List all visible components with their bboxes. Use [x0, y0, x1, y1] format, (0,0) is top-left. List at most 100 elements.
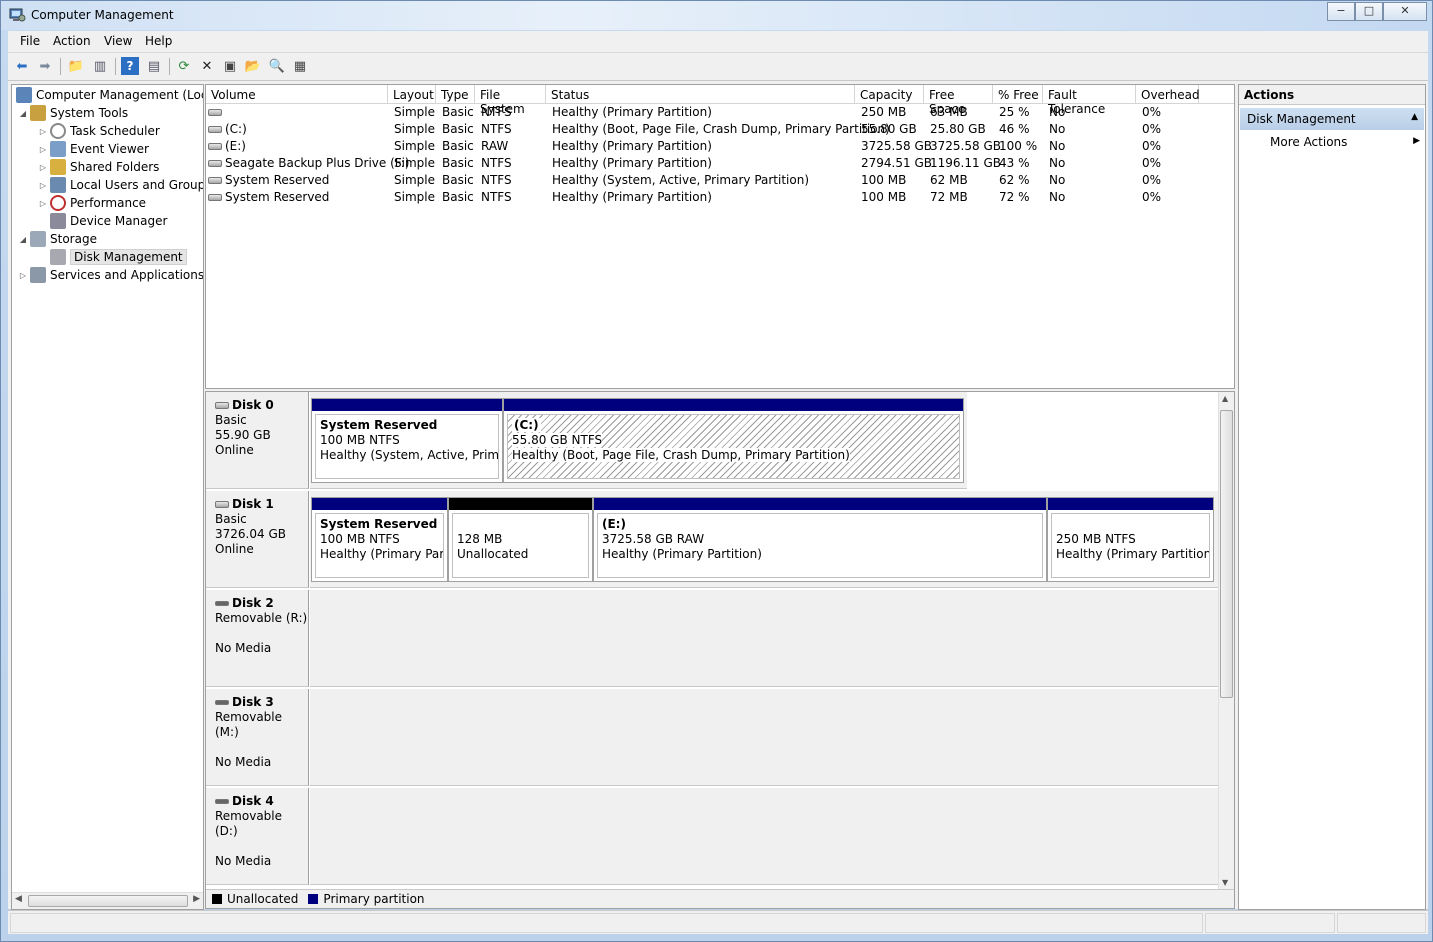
col-status[interactable]: Status: [546, 85, 855, 104]
disk-label[interactable]: Disk 1 Basic 3726.04 GB Online: [206, 491, 309, 588]
volume-list: Volume Layout Type File System Status Ca…: [205, 84, 1235, 389]
back-arrow-icon[interactable]: ⬅: [13, 57, 31, 75]
scroll-right-icon[interactable]: ▶: [193, 894, 200, 904]
help-icon[interactable]: ?: [121, 57, 139, 75]
more-actions-item[interactable]: More Actions ▶: [1270, 135, 1420, 149]
clock-icon: [50, 123, 66, 139]
partition-250mb[interactable]: 250 MB NTFS Healthy (Primary Partition): [1047, 497, 1214, 582]
tree-item-label: Device Manager: [70, 214, 168, 228]
disk-size: 55.90 GB: [215, 428, 271, 442]
table-row[interactable]: Simple Basic NTFS Healthy (Primary Partitio…: [206, 105, 1234, 122]
disk-row-2[interactable]: Disk 2 Removable (R:) No Media: [206, 590, 1218, 688]
tree-item-device-manager[interactable]: Device Manager: [48, 212, 167, 230]
tree-item-disk-management[interactable]: Disk Management: [48, 248, 187, 266]
expand-arrow-icon[interactable]: ◢: [18, 235, 28, 244]
collapse-arrow-icon[interactable]: ▷: [38, 199, 48, 208]
forward-arrow-icon[interactable]: ➡: [36, 57, 54, 75]
disk-partitions-area: [310, 689, 1218, 786]
expand-arrow-icon[interactable]: ◢: [18, 109, 28, 118]
cell-text: No: [1049, 105, 1066, 119]
status-bar: [8, 910, 1428, 934]
scroll-left-icon[interactable]: ◀: [15, 894, 22, 904]
col-free-space[interactable]: Free Space: [924, 85, 993, 116]
scroll-thumb[interactable]: [1220, 410, 1233, 698]
settings-icon[interactable]: ▦: [291, 57, 309, 75]
menu-help[interactable]: Help: [145, 34, 172, 48]
collapse-arrow-icon[interactable]: ▷: [38, 181, 48, 190]
col-type[interactable]: Type: [436, 85, 475, 104]
tree-item-storage[interactable]: ◢ Storage: [18, 230, 97, 248]
tree-item-label: Local Users and Groups: [70, 178, 204, 192]
partition-c-drive[interactable]: (C:) 55.80 GB NTFS Healthy (Boot, Page F…: [503, 398, 964, 483]
tree-item-local-users[interactable]: ▷ Local Users and Groups: [38, 176, 204, 194]
partition-system-reserved[interactable]: System Reserved 100 MB NTFS Healthy (Pri…: [311, 497, 448, 582]
properties-icon[interactable]: ▣: [221, 57, 239, 75]
tree-item-system-tools[interactable]: ◢ System Tools: [18, 104, 128, 122]
collapse-arrow-icon[interactable]: ▷: [38, 127, 48, 136]
tree-item-label: Task Scheduler: [70, 124, 160, 138]
disk-label[interactable]: Disk 4 Removable (D:) No Media: [206, 788, 309, 885]
disk-vertical-scrollbar[interactable]: ▲ ▼: [1218, 392, 1234, 889]
cell-text: System Reserved: [225, 173, 330, 187]
menu-action[interactable]: Action: [53, 34, 91, 48]
cell-percent-free: 62 %: [999, 173, 1030, 190]
actions-section-disk-management[interactable]: Disk Management ▲: [1240, 108, 1424, 130]
col-overhead[interactable]: Overhead: [1136, 85, 1200, 104]
col-capacity[interactable]: Capacity: [855, 85, 924, 104]
disk-row-0[interactable]: Disk 0 Basic 55.90 GB Online System Rese…: [206, 392, 1218, 490]
partition-e-drive[interactable]: (E:) 3725.58 GB RAW Healthy (Primary Par…: [593, 497, 1047, 582]
table-row[interactable]: (E:) Simple Basic RAW Healthy (Primary Parti…: [206, 139, 1234, 156]
tree-item-shared-folders[interactable]: ▷ Shared Folders: [38, 158, 159, 176]
partition-title: (C:): [512, 418, 541, 432]
tree-item-root[interactable]: Computer Management (Local: [14, 86, 203, 104]
partition-system-reserved[interactable]: System Reserved 100 MB NTFS Healthy (Sys…: [311, 398, 503, 483]
disk-label[interactable]: Disk 3 Removable (M:) No Media: [206, 689, 309, 786]
disk-row-4[interactable]: Disk 4 Removable (D:) No Media: [206, 788, 1218, 886]
col-percent-free[interactable]: % Free: [993, 85, 1043, 104]
cell-volume: System Reserved: [208, 173, 329, 190]
refresh-icon[interactable]: ⟳: [175, 57, 193, 75]
close-button[interactable]: ✕: [1383, 2, 1427, 21]
disk-row-1[interactable]: Disk 1 Basic 3726.04 GB Online System Re…: [206, 491, 1218, 589]
action-pane-icon[interactable]: ▤: [145, 57, 163, 75]
show-hide-tree-icon[interactable]: ▥: [91, 57, 109, 75]
collapse-arrow-icon[interactable]: ▷: [38, 163, 48, 172]
table-row[interactable]: System Reserved Simple Basic NTFS Healthy (S…: [206, 173, 1234, 190]
legend-unallocated: Unallocated: [227, 892, 299, 906]
collapse-arrow-icon[interactable]: ▷: [18, 271, 28, 280]
scroll-down-icon[interactable]: ▼: [1222, 878, 1228, 887]
partition-unallocated[interactable]: 128 MB Unallocated: [448, 497, 593, 582]
cell-fault-tolerance: No: [1049, 122, 1065, 139]
tree-item-event-viewer[interactable]: ▷ Event Viewer: [38, 140, 149, 158]
scroll-thumb[interactable]: [28, 895, 188, 907]
cell-free-space: 63 MB: [930, 105, 968, 122]
col-file-system[interactable]: File System: [475, 85, 546, 116]
menu-view[interactable]: View: [104, 34, 132, 48]
scroll-up-icon[interactable]: ▲: [1222, 394, 1228, 403]
col-layout[interactable]: Layout: [388, 85, 436, 104]
cell-overhead: 0%: [1142, 190, 1161, 207]
collapse-up-icon[interactable]: ▲: [1411, 112, 1418, 122]
tree-item-task-scheduler[interactable]: ▷ Task Scheduler: [38, 122, 160, 140]
partition-status: Healthy (Primary Partition): [320, 547, 444, 561]
col-volume[interactable]: Volume: [206, 85, 388, 104]
table-row[interactable]: System Reserved Simple Basic NTFS Healthy (P…: [206, 190, 1234, 207]
open-folder-icon[interactable]: 📂: [244, 57, 262, 75]
search-icon[interactable]: 🔍: [268, 57, 286, 75]
minimize-button[interactable]: −: [1327, 2, 1355, 21]
cell-fault-tolerance: No: [1049, 173, 1065, 190]
tree-item-performance[interactable]: ▷ Performance: [38, 194, 146, 212]
table-row[interactable]: (C:) Simple Basic NTFS Healthy (Boot, Page F…: [206, 122, 1234, 139]
menu-file[interactable]: File: [20, 34, 40, 48]
tree-horizontal-scrollbar[interactable]: ◀ ▶: [12, 892, 203, 909]
disk-row-3[interactable]: Disk 3 Removable (M:) No Media: [206, 689, 1218, 787]
disk-label[interactable]: Disk 0 Basic 55.90 GB Online: [206, 392, 309, 489]
tree-item-services[interactable]: ▷ Services and Applications: [18, 266, 203, 284]
delete-icon[interactable]: ✕: [198, 57, 216, 75]
maximize-button[interactable]: □: [1355, 2, 1383, 21]
disk-label[interactable]: Disk 2 Removable (R:) No Media: [206, 590, 309, 687]
collapse-arrow-icon[interactable]: ▷: [38, 145, 48, 154]
up-folder-icon[interactable]: 📁: [67, 57, 85, 75]
col-fault-tolerance[interactable]: Fault Tolerance: [1043, 85, 1136, 116]
table-row[interactable]: Seagate Backup Plus Drive (F:) Simple Basi…: [206, 156, 1234, 173]
